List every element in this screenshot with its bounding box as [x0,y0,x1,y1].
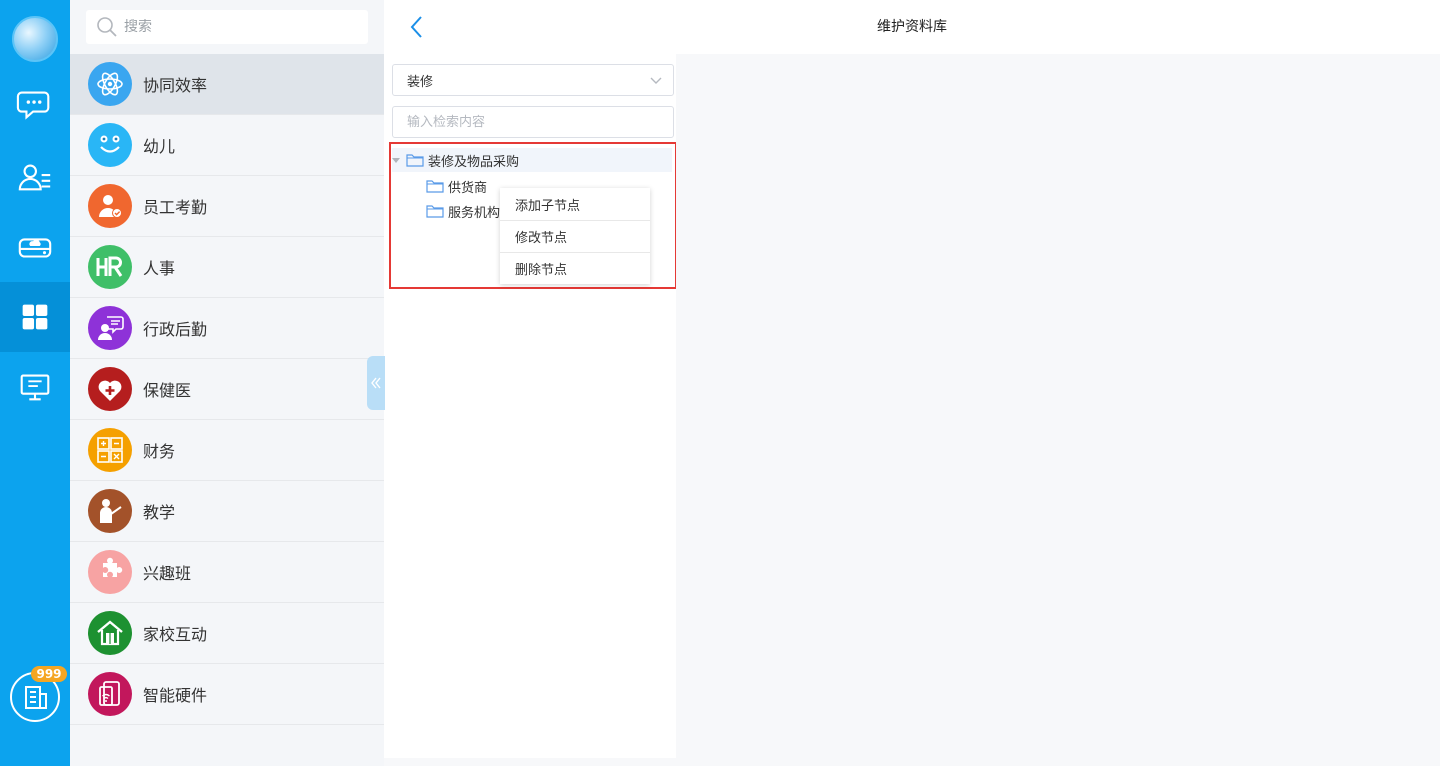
app-icon-bg [88,489,132,533]
chat-nav-button[interactable] [0,69,70,139]
app-item-smart-hardware[interactable]: 智能硬件 [70,664,384,725]
app-icon-bg [88,611,132,655]
app-item-interest-class[interactable]: 兴趣班 [70,542,384,603]
app-label: 财务 [143,442,176,461]
category-select-value: 装修 [407,74,434,90]
tree-filter-input[interactable] [393,107,673,137]
tree-node-supplier[interactable]: 供货商 [426,176,487,196]
tree-filter-field[interactable] [392,106,674,138]
app-label: 家校互动 [143,625,208,644]
tree-node-label: 供货商 [448,180,488,196]
app-label: 教学 [143,503,176,522]
smiley-icon [100,135,120,153]
search-icon [97,17,117,37]
app-icon-bg [88,184,132,228]
caret-down-icon[interactable] [392,156,400,164]
user-avatar[interactable] [12,16,58,62]
app-label: 协同效率 [143,76,208,95]
folder-icon [406,154,424,167]
building-icon [25,686,47,709]
left-rail: 999 [0,0,70,766]
admin-icon [98,316,124,340]
tree-node-root[interactable]: 装修及物品采购 [392,148,672,172]
house-icon [97,620,123,646]
contacts-icon [18,164,51,191]
edit-node-item[interactable]: 修改节点 [500,220,650,252]
apps-nav-button[interactable] [0,282,70,352]
chat-icon [16,91,50,120]
tree-node-service-org[interactable]: 服务机构 [426,201,506,221]
app-item-hr[interactable]: 人事 [70,237,384,298]
app-icon-bg [88,428,132,472]
heart-plus-icon [98,380,122,401]
app-label: 行政后勤 [143,320,208,339]
app-label: 智能硬件 [143,686,208,705]
hr-icon [96,256,123,277]
context-menu: 添加子节点 修改节点 删除节点 [500,188,650,284]
app-item-teaching[interactable]: 教学 [70,481,384,542]
contacts-nav-button[interactable] [0,142,70,212]
teacher-icon [100,499,122,523]
atom-icon [97,72,123,96]
calculator-icon [97,437,123,463]
category-select[interactable]: 装修 [392,64,674,96]
main-content-area [676,54,1440,766]
app-icon-bg [88,550,132,594]
device-icon [99,681,120,706]
tree-node-label: 装修及物品采购 [428,154,520,170]
app-label: 保健医 [143,381,192,400]
app-icon-bg [88,306,132,350]
tree-node-label: 服务机构 [448,205,501,221]
double-chevron-left-icon [371,377,381,389]
tree-panel: 装修 装修及物品采购 供货商 服务机构 添加子节点 修改节点 [384,54,677,758]
page-title: 维护资料库 [877,19,947,35]
app-item-home-school[interactable]: 家校互动 [70,603,384,664]
app-label: 兴趣班 [143,564,192,583]
app-item-children[interactable]: 幼儿 [70,115,384,176]
app-icon-bg [88,367,132,411]
folder-icon [426,180,444,193]
cloud-drive-icon [18,238,52,258]
app-label: 人事 [143,259,176,278]
puzzle-icon [103,557,123,577]
app-search-box[interactable] [86,10,368,44]
app-icon-bg [88,123,132,167]
collapse-panel-handle[interactable] [367,356,385,410]
folder-icon [426,205,444,218]
chevron-down-icon [650,77,662,84]
app-item-collaboration[interactable]: 协同效率 [70,54,384,115]
app-item-health[interactable]: 保健医 [70,359,384,420]
cloud-drive-nav-button[interactable] [0,212,70,282]
app-icon-bg [88,672,132,716]
person-check-icon [99,195,122,218]
search-input[interactable] [124,19,354,35]
app-item-attendance[interactable]: 员工考勤 [70,176,384,237]
app-item-finance[interactable]: 财务 [70,420,384,481]
app-label: 幼儿 [143,137,176,156]
app-label: 员工考勤 [143,198,208,217]
app-list-panel: 协同效率 幼儿 员工考勤 人 [70,0,384,766]
monitor-icon [20,374,50,401]
notification-badge: 999 [31,666,67,682]
app-item-admin[interactable]: 行政后勤 [70,298,384,359]
delete-node-item[interactable]: 删除节点 [500,252,650,284]
apps-grid-icon [22,304,48,330]
page-header: 维护资料库 [384,0,1440,54]
app-icon-bg [88,62,132,106]
add-child-node-item[interactable]: 添加子节点 [500,188,650,220]
app-icon-bg [88,245,132,289]
monitor-nav-button[interactable] [0,352,70,422]
